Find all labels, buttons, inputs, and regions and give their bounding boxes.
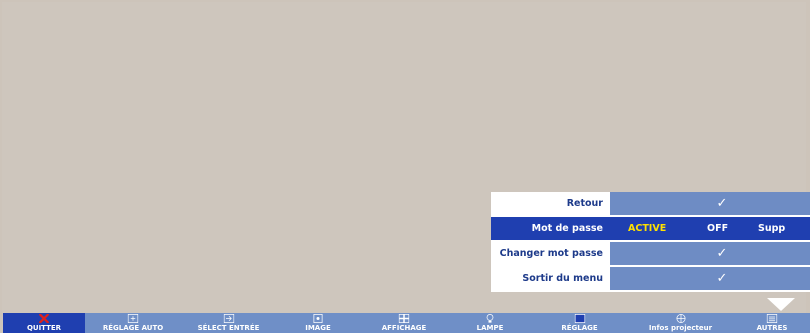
toolbar-button-label: AFFICHAGE <box>381 324 427 332</box>
toolbar-button-label: IMAGE <box>305 324 331 332</box>
input-select-icon <box>223 314 234 323</box>
auto-adjust-icon <box>127 314 139 323</box>
lamp-icon <box>486 314 494 323</box>
toolbar-button-3[interactable]: SÉLECT ENTRÉE <box>181 313 276 333</box>
toolbar-button-2[interactable]: RÉGLAGE AUTO <box>85 313 181 333</box>
toolbar-button-label: RÉGLAGE <box>561 324 598 332</box>
toolbar-button-8[interactable]: Infos projecteur <box>627 313 734 333</box>
toolbar-button-7[interactable]: RÉGLAGE <box>532 313 627 333</box>
toolbar-button-label: QUITTER <box>26 324 62 332</box>
projector-info-icon <box>675 314 686 323</box>
main-menu-toolbar-graphic <box>3 313 810 333</box>
toolbar-button-label: RÉGLAGE AUTO <box>102 324 164 332</box>
close-x-icon <box>39 313 50 324</box>
toolbar-button-label: AUTRES <box>756 324 788 332</box>
image-icon <box>313 314 323 323</box>
toolbar-button-label: Infos projecteur <box>648 324 713 332</box>
toolbar-button-4[interactable]: IMAGE <box>276 313 360 333</box>
setup-icon <box>574 314 585 323</box>
toolbar-button-1[interactable]: QUITTER <box>3 313 85 333</box>
toolbar-button-label: LAMPE <box>476 324 504 332</box>
toolbar-button-5[interactable]: AFFICHAGE <box>360 313 448 333</box>
toolbar-button-9[interactable]: AUTRES <box>734 313 810 333</box>
others-icon <box>766 314 778 323</box>
toolbar-button-label: SÉLECT ENTRÉE <box>197 324 260 332</box>
display-icon <box>398 314 410 323</box>
toolbar-button-6[interactable]: LAMPE <box>448 313 532 333</box>
